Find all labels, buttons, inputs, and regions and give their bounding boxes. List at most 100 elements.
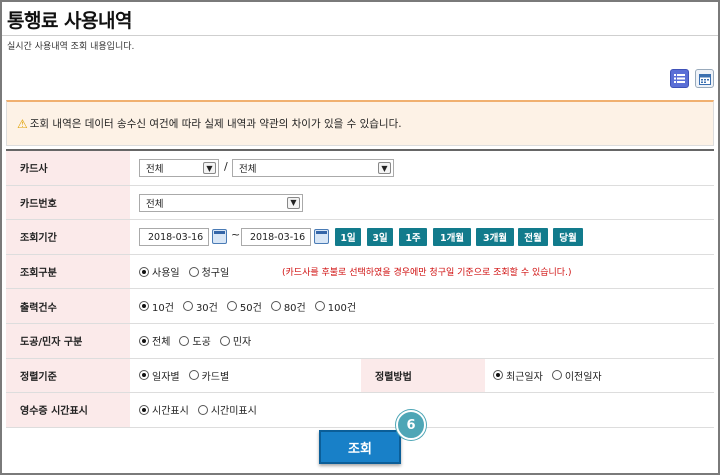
period-3day-button[interactable]: 3일 [367, 228, 393, 247]
radio-private[interactable]: 민자 [219, 333, 252, 349]
period-1week-button[interactable]: 1주 [399, 228, 427, 247]
period-1month-button[interactable]: 1개월 [433, 228, 471, 247]
radio-dot [188, 266, 199, 277]
card-number-select[interactable]: 전체 ▼ [139, 193, 303, 212]
row-period: 조회기간 2018-03-16 ~ 2018-03-16 1일 3일 1주 1개… [6, 220, 714, 255]
radio-50[interactable]: 50건 [226, 299, 262, 314]
query-type-radios: 사용일 청구일 [139, 255, 238, 289]
row-sort: 정렬기준 일자별 카드별 정렬방법 최근일자 이전일자 [6, 358, 714, 394]
sort-order-label: 정렬방법 [361, 358, 485, 393]
calendar-icon[interactable] [314, 229, 329, 245]
search-button[interactable]: 조회 [319, 430, 401, 464]
radio-10[interactable]: 10건 [139, 299, 174, 314]
calendar-icon [698, 73, 711, 85]
radio-label: 민자 [232, 337, 252, 349]
radio-dot [226, 301, 237, 312]
receipt-time-label: 영수증 시간표시 [6, 393, 130, 427]
row-output-count: 출력건수 10건 30건 50건 80건 100건 [6, 289, 714, 324]
radio-dot [188, 370, 199, 381]
card-type-select[interactable]: 전체 ▼ [232, 159, 394, 177]
card-company-label: 카드사 [6, 151, 130, 185]
radio-100[interactable]: 100건 [314, 299, 357, 314]
list-icon [674, 74, 685, 83]
radio-by-card[interactable]: 카드별 [188, 368, 229, 383]
row-card-company: 카드사 전체 ▼ / 전체 ▼ [6, 151, 714, 186]
radio-by-date[interactable]: 일자별 [139, 368, 180, 383]
card-company-value: 전체 [146, 164, 164, 175]
chevron-down-icon: ▼ [378, 162, 391, 174]
card-number-value: 전체 [146, 198, 164, 210]
road-type-label: 도공/민자 구분 [6, 323, 130, 358]
search-form: 카드사 전체 ▼ / 전체 ▼ 카드번호 전체 ▼ 조회기간 2018-03-1… [6, 149, 714, 428]
receipt-time-radios: 시간표시 시간미표시 [139, 393, 266, 427]
chevron-down-icon: ▼ [287, 196, 300, 209]
radio-label: 시간미표시 [210, 406, 257, 418]
calendar-view-button[interactable] [695, 69, 714, 88]
row-receipt-time: 영수증 시간표시 시간표시 시간미표시 [6, 393, 714, 428]
radio-bill-date[interactable]: 청구일 [188, 264, 230, 280]
radio-dot [219, 335, 230, 346]
card-company-select[interactable]: 전체 ▼ [139, 159, 219, 177]
radio-hide-time[interactable]: 시간미표시 [197, 402, 257, 418]
radio-use-date[interactable]: 사용일 [139, 264, 180, 279]
radio-label: 이전일자 [564, 371, 602, 383]
end-date-input[interactable]: 2018-03-16 [241, 228, 311, 247]
radio-80[interactable]: 80건 [270, 299, 306, 314]
radio-label: 일자별 [152, 371, 180, 383]
radio-dot [139, 266, 149, 277]
period-this-month-button[interactable]: 당월 [553, 228, 583, 247]
radio-label: 30건 [195, 302, 218, 314]
period-prev-month-button[interactable]: 전월 [518, 228, 548, 247]
radio-30[interactable]: 30건 [182, 299, 218, 314]
radio-label: 80건 [283, 302, 306, 314]
radio-older[interactable]: 이전일자 [551, 368, 602, 383]
radio-dot [139, 301, 149, 312]
calendar-icon[interactable] [212, 229, 227, 245]
period-3month-button[interactable]: 3개월 [476, 228, 514, 247]
sort-order-radios: 최근일자 이전일자 [493, 359, 611, 393]
notice-text: 조회 내역은 데이터 송수신 여건에 따라 실제 내역과 약관의 차이가 있을 … [29, 118, 402, 130]
sort-basis-label: 정렬기준 [6, 358, 130, 393]
radio-label: 전체 [152, 337, 171, 349]
radio-label: 시간표시 [152, 406, 189, 418]
radio-public[interactable]: 도공 [179, 333, 211, 349]
radio-label: 도공 [192, 337, 211, 349]
notice-box: ⚠ 조회 내역은 데이터 송수신 여건에 따라 실제 내역과 약관의 차이가 있… [6, 100, 714, 146]
output-count-radios: 10건 30건 50건 80건 100건 [139, 289, 365, 323]
radio-dot [139, 335, 149, 346]
period-1day-button[interactable]: 1일 [335, 228, 361, 247]
page-title: 통행료 사용내역 [7, 10, 132, 32]
radio-dot [197, 404, 208, 415]
radio-dot [182, 301, 193, 312]
radio-dot [493, 370, 503, 381]
start-date-input[interactable]: 2018-03-16 [139, 228, 209, 247]
date-range-tilde: ~ [231, 228, 241, 242]
period-label: 조회기간 [6, 220, 130, 254]
row-query-type: 조회구분 사용일 청구일 (카드사를 후불로 선택하였을 경우에만 청구일 기준… [6, 254, 714, 290]
sort-basis-radios: 일자별 카드별 [139, 359, 238, 393]
query-type-note: (카드사를 후불로 선택하였을 경우에만 청구일 기준으로 조회할 수 있습니다… [282, 268, 572, 279]
warning-icon: ⚠ [17, 116, 28, 131]
radio-dot [551, 370, 562, 381]
radio-all[interactable]: 전체 [139, 333, 170, 348]
radio-label: 청구일 [201, 268, 230, 280]
row-card-number: 카드번호 전체 ▼ [6, 185, 714, 221]
list-view-button[interactable] [670, 69, 689, 88]
card-number-label: 카드번호 [6, 185, 130, 220]
radio-label: 최근일자 [506, 371, 543, 383]
radio-label: 10건 [152, 302, 174, 314]
radio-label: 100건 [327, 302, 357, 314]
row-road-type: 도공/민자 구분 전체 도공 민자 [6, 323, 714, 359]
radio-label: 50건 [239, 302, 262, 314]
radio-dot [139, 370, 149, 381]
radio-show-time[interactable]: 시간표시 [139, 402, 189, 417]
chevron-down-icon: ▼ [203, 162, 216, 174]
separator: / [224, 160, 228, 173]
title-divider [2, 35, 718, 36]
step-marker-badge: 6 [396, 410, 426, 440]
radio-dot [139, 404, 149, 415]
radio-dot [270, 301, 281, 312]
radio-recent[interactable]: 최근일자 [493, 368, 543, 383]
radio-dot [179, 335, 190, 346]
output-count-label: 출력건수 [6, 289, 130, 323]
